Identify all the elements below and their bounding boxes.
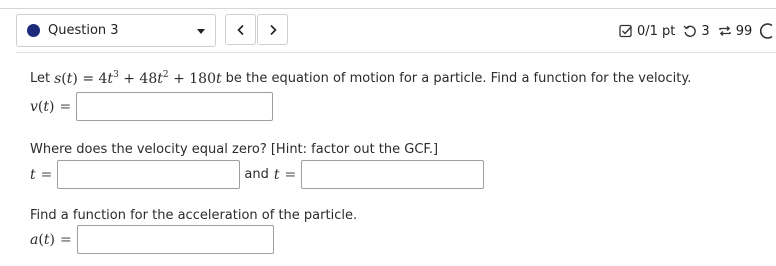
equals-sign: = bbox=[59, 98, 72, 115]
equals-sign: = bbox=[284, 166, 297, 183]
acceleration-input[interactable] bbox=[76, 225, 274, 254]
acceleration-text: Find a function for the acceleration of … bbox=[30, 208, 358, 223]
hint-row: Where does the velocity equal zero? [Hin… bbox=[30, 142, 438, 157]
refresh-icon[interactable] bbox=[760, 22, 774, 40]
velocity-label: v(t) bbox=[30, 98, 55, 115]
acceleration-row: a(t) = bbox=[30, 225, 274, 254]
acceleration-prompt-row: Find a function for the acceleration of … bbox=[30, 208, 357, 223]
zero-velocity-row: t = and t = bbox=[30, 160, 485, 189]
points-text: 0/1 pt bbox=[637, 23, 676, 39]
question-stats: 0/1 pt 3 99 bbox=[619, 22, 774, 40]
and-text: and bbox=[244, 167, 269, 182]
equals-sign: = bbox=[59, 231, 72, 248]
t-label-first: t bbox=[30, 166, 36, 183]
t-label-second: t bbox=[273, 166, 280, 183]
question-selector[interactable]: Question 3 bbox=[16, 14, 216, 47]
next-question-button[interactable] bbox=[257, 14, 288, 45]
chevron-left-icon bbox=[236, 24, 244, 35]
t-first-input[interactable] bbox=[57, 160, 241, 189]
acceleration-label: a(t) bbox=[30, 231, 55, 248]
question-label: Question 3 bbox=[48, 23, 119, 38]
equation-of-motion: s(t) = 4t3 + 48t2 + 180t bbox=[54, 70, 222, 87]
previous-question-button[interactable] bbox=[225, 14, 256, 45]
retries-count: 99 bbox=[735, 23, 753, 39]
question-status-dot bbox=[27, 24, 40, 37]
hint-text: Where does the velocity equal zero? [Hin… bbox=[30, 142, 439, 157]
chevron-right-icon bbox=[269, 24, 277, 35]
attempts-icon bbox=[683, 24, 697, 38]
velocity-row: v(t) = bbox=[30, 92, 274, 121]
problem-statement: Let s(t) = 4t3 + 48t2 + 180t be the equa… bbox=[30, 70, 691, 87]
intro-prefix: Let bbox=[30, 71, 51, 86]
t-second-input[interactable] bbox=[301, 160, 485, 189]
dropdown-caret-icon bbox=[197, 29, 205, 34]
intro-suffix: be the equation of motion for a particle… bbox=[225, 71, 692, 86]
top-divider bbox=[0, 8, 776, 9]
retries-icon bbox=[718, 24, 732, 38]
velocity-input[interactable] bbox=[76, 92, 274, 121]
header-divider bbox=[16, 52, 776, 53]
equals-sign: = bbox=[40, 166, 53, 183]
checkbox-score-icon bbox=[619, 24, 633, 38]
attempts-count: 3 bbox=[701, 23, 710, 39]
